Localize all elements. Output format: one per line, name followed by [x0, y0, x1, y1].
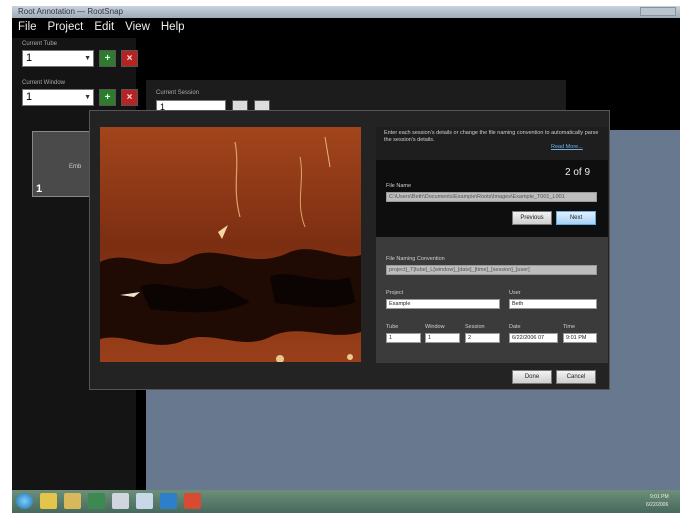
user-label: User: [509, 290, 521, 296]
remove-window-button[interactable]: ×: [121, 89, 138, 106]
session-label: Session: [465, 324, 485, 330]
clock-date: 6/22/2006: [646, 502, 669, 508]
window-field[interactable]: 1: [425, 333, 460, 343]
current-tube-value: 1: [26, 52, 33, 64]
menu-view[interactable]: View: [119, 18, 155, 33]
session-field[interactable]: 2: [465, 333, 500, 343]
date-field[interactable]: 6/22/2006 07: [509, 333, 558, 343]
convention-field[interactable]: project]_T[tube]_L[window]_[date]_[time]…: [386, 265, 597, 275]
soil-root-photo: [100, 127, 361, 362]
media-icon[interactable]: [88, 493, 105, 509]
cancel-button[interactable]: Cancel: [556, 370, 596, 384]
clock-time: 9:01 PM: [650, 494, 669, 500]
current-window-value: 1: [26, 91, 33, 103]
time-field[interactable]: 9:01 PM: [563, 333, 597, 343]
window-icon[interactable]: [136, 493, 153, 509]
project-field[interactable]: Example: [386, 299, 500, 309]
done-button[interactable]: Done: [512, 370, 552, 384]
app-icon[interactable]: [112, 493, 129, 509]
instructions-text: Enter each session's details or change t…: [384, 130, 599, 143]
current-tube-select[interactable]: 1 ▼: [22, 50, 94, 67]
file-name-label: File Name: [386, 183, 412, 189]
acrobat-icon[interactable]: [184, 493, 201, 509]
tube-label: Tube: [386, 324, 399, 330]
project-label: Project: [386, 290, 404, 296]
read-more-link[interactable]: Read More...: [551, 144, 583, 150]
menu-help[interactable]: Help: [155, 18, 190, 33]
thumbnail-number: 1: [36, 183, 43, 195]
start-button[interactable]: [16, 493, 33, 509]
window-label: Window: [425, 324, 445, 330]
convention-label: File Naming Convention: [386, 256, 445, 262]
menu-project[interactable]: Project: [42, 18, 89, 33]
thumbnail-text: Emb: [69, 164, 82, 170]
chevron-down-icon: ▼: [84, 55, 91, 62]
current-window-select[interactable]: 1 ▼: [22, 89, 94, 106]
explorer-icon[interactable]: [40, 493, 57, 509]
menu-edit[interactable]: Edit: [88, 18, 119, 33]
window-controls[interactable]: [640, 7, 676, 16]
session-counter: 2 of 9: [565, 167, 591, 178]
add-tube-button[interactable]: +: [99, 50, 116, 67]
next-button[interactable]: Next: [556, 211, 596, 225]
date-label: Date: [509, 324, 521, 330]
menu-bar: File Project Edit View Help: [12, 18, 680, 38]
time-label: Time: [563, 324, 576, 330]
current-window-label: Current Window: [22, 80, 66, 86]
taskbar: 9:01 PM 6/22/2006: [12, 490, 680, 513]
root-image: [100, 127, 361, 362]
menu-file[interactable]: File: [12, 18, 42, 33]
window-titlebar: Root Annotation — RootSnap: [12, 6, 680, 18]
current-session-label: Current Session: [156, 90, 200, 96]
browser-icon[interactable]: [160, 493, 177, 509]
session-thumbnail[interactable]: Emb 1: [32, 131, 92, 197]
folder-icon[interactable]: [64, 493, 81, 509]
add-window-button[interactable]: +: [99, 89, 116, 106]
user-field[interactable]: Beth: [509, 299, 597, 309]
tube-field[interactable]: 1: [386, 333, 421, 343]
current-tube-label: Current Tube: [22, 41, 58, 47]
file-name-field[interactable]: C:\Users\Beth\Documents\Example\Roots\Im…: [386, 192, 597, 202]
chevron-down-icon: ▼: [84, 94, 91, 101]
window-title: Root Annotation — RootSnap: [18, 7, 123, 16]
previous-button[interactable]: Previous: [512, 211, 552, 225]
remove-tube-button[interactable]: ×: [121, 50, 138, 67]
